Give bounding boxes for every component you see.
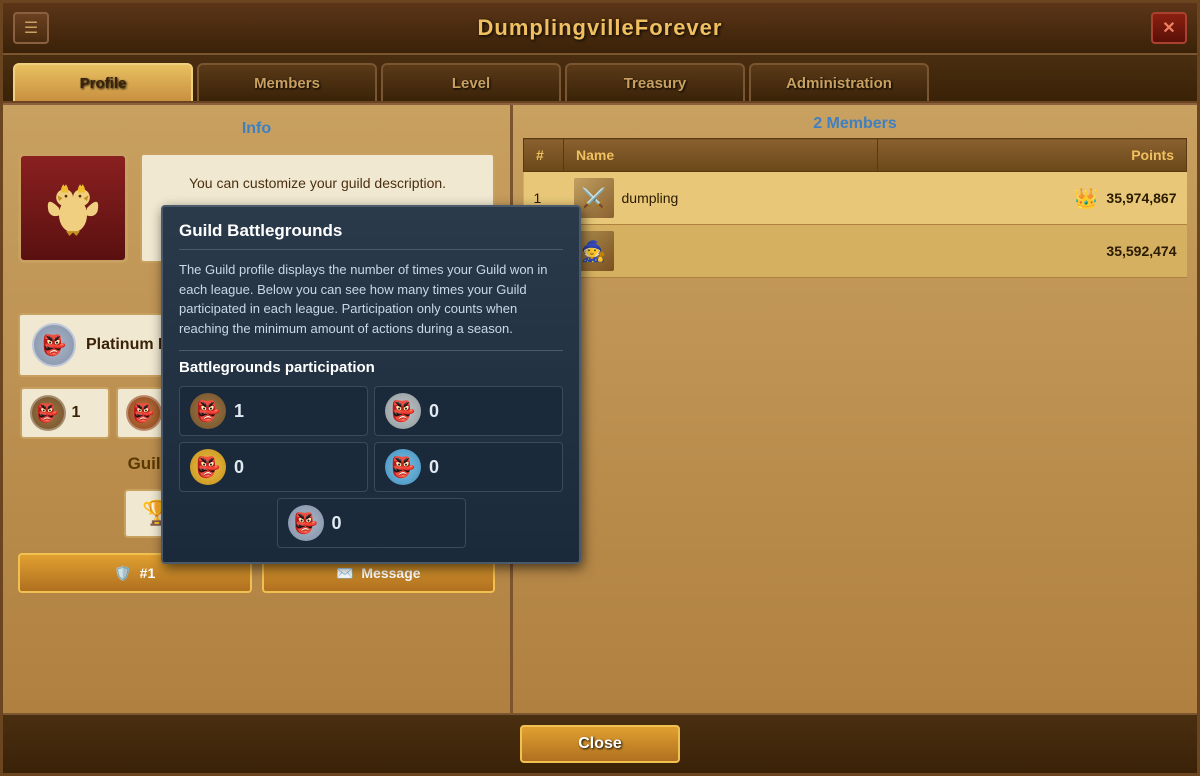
tooltip-swamp-count: 1	[234, 401, 244, 422]
right-panel: 2 Members # Name Points 1	[513, 105, 1197, 713]
points-cell: 👑 35,974,867	[877, 172, 1186, 225]
tab-administration[interactable]: Administration	[749, 63, 929, 101]
main-window: ☰ DumplingvilleForever ✕ Profile Members…	[0, 0, 1200, 776]
member-name: dumpling	[622, 190, 679, 206]
tooltip-sub-title: Battlegrounds participation	[179, 350, 563, 376]
members-table: # Name Points 1 ⚔️ dumpling	[523, 138, 1187, 278]
tooltip-platinum-icon: 👺	[288, 505, 324, 541]
tab-bar: Profile Members Level Treasury Administr…	[3, 55, 1197, 103]
tooltip-diamond-icon: 👺	[385, 449, 421, 485]
tooltip-item-diamond: 👺 0	[374, 442, 563, 492]
guild-emblem-icon	[38, 173, 108, 243]
window-footer: Close	[3, 713, 1197, 773]
col-points: Points	[877, 139, 1186, 172]
tooltip-gold-count: 0	[234, 457, 244, 478]
battlegrounds-tooltip: Guild Battlegrounds The Guild profile di…	[161, 205, 581, 564]
tab-profile[interactable]: Profile	[13, 63, 193, 101]
table-row: 1 ⚔️ dumpling 👑	[524, 172, 1187, 225]
tooltip-silver-count: 0	[429, 401, 439, 422]
col-rank: #	[524, 139, 564, 172]
swamp-icon: 👺	[30, 395, 66, 431]
info-header: Info	[18, 120, 495, 138]
tooltip-item-gold: 👺 0	[179, 442, 368, 492]
name-cell: 🧙	[564, 225, 878, 278]
swamp-count: 1	[72, 404, 81, 422]
tooltip-title: Guild Battlegrounds	[179, 221, 563, 250]
tooltip-item-platinum: 👺 0	[277, 498, 466, 548]
tooltip-silver-icon: 👺	[385, 393, 421, 429]
tooltip-platinum-count: 0	[332, 513, 342, 534]
guild-emblem	[18, 153, 128, 263]
rank-btn-label: #1	[140, 565, 156, 581]
bronze-icon: 👺	[126, 395, 162, 431]
message-btn-label: Message	[361, 565, 420, 581]
participation-swamp: 👺 1	[20, 387, 110, 439]
window-close-button[interactable]: ✕	[1151, 12, 1187, 44]
tooltip-swamp-icon: 👺	[190, 393, 226, 429]
tooltip-gold-icon: 👺	[190, 449, 226, 485]
points-cell: 35,592,474	[877, 225, 1186, 278]
table-row: 2 🧙 35,592,474	[524, 225, 1187, 278]
tab-level[interactable]: Level	[381, 63, 561, 101]
tooltip-item-swamp: 👺 1	[179, 386, 368, 436]
message-icon: ✉️	[336, 565, 353, 582]
description-text: You can customize your guild description…	[152, 175, 483, 191]
tab-members[interactable]: Members	[197, 63, 377, 101]
crown-icon: 👑	[1074, 186, 1099, 211]
tooltip-item-silver: 👺 0	[374, 386, 563, 436]
title-bar: ☰ DumplingvilleForever ✕	[3, 3, 1197, 55]
menu-button[interactable]: ☰	[13, 12, 49, 44]
tooltip-grid: 👺 1 👺 0 👺 0 👺 0	[179, 386, 563, 492]
member-points: 35,974,867	[1106, 190, 1176, 206]
close-button[interactable]: Close	[520, 725, 680, 763]
members-header: 2 Members	[523, 115, 1187, 133]
tab-treasury[interactable]: Treasury	[565, 63, 745, 101]
col-name: Name	[564, 139, 878, 172]
name-cell: ⚔️ dumpling	[564, 172, 878, 225]
rank-shield-icon: 🛡️	[114, 565, 131, 582]
tooltip-diamond-count: 0	[429, 457, 439, 478]
tooltip-body: The Guild profile displays the number of…	[179, 260, 563, 338]
window-title: DumplingvilleForever	[478, 15, 723, 41]
platinum-league-icon: 👺	[32, 323, 76, 367]
